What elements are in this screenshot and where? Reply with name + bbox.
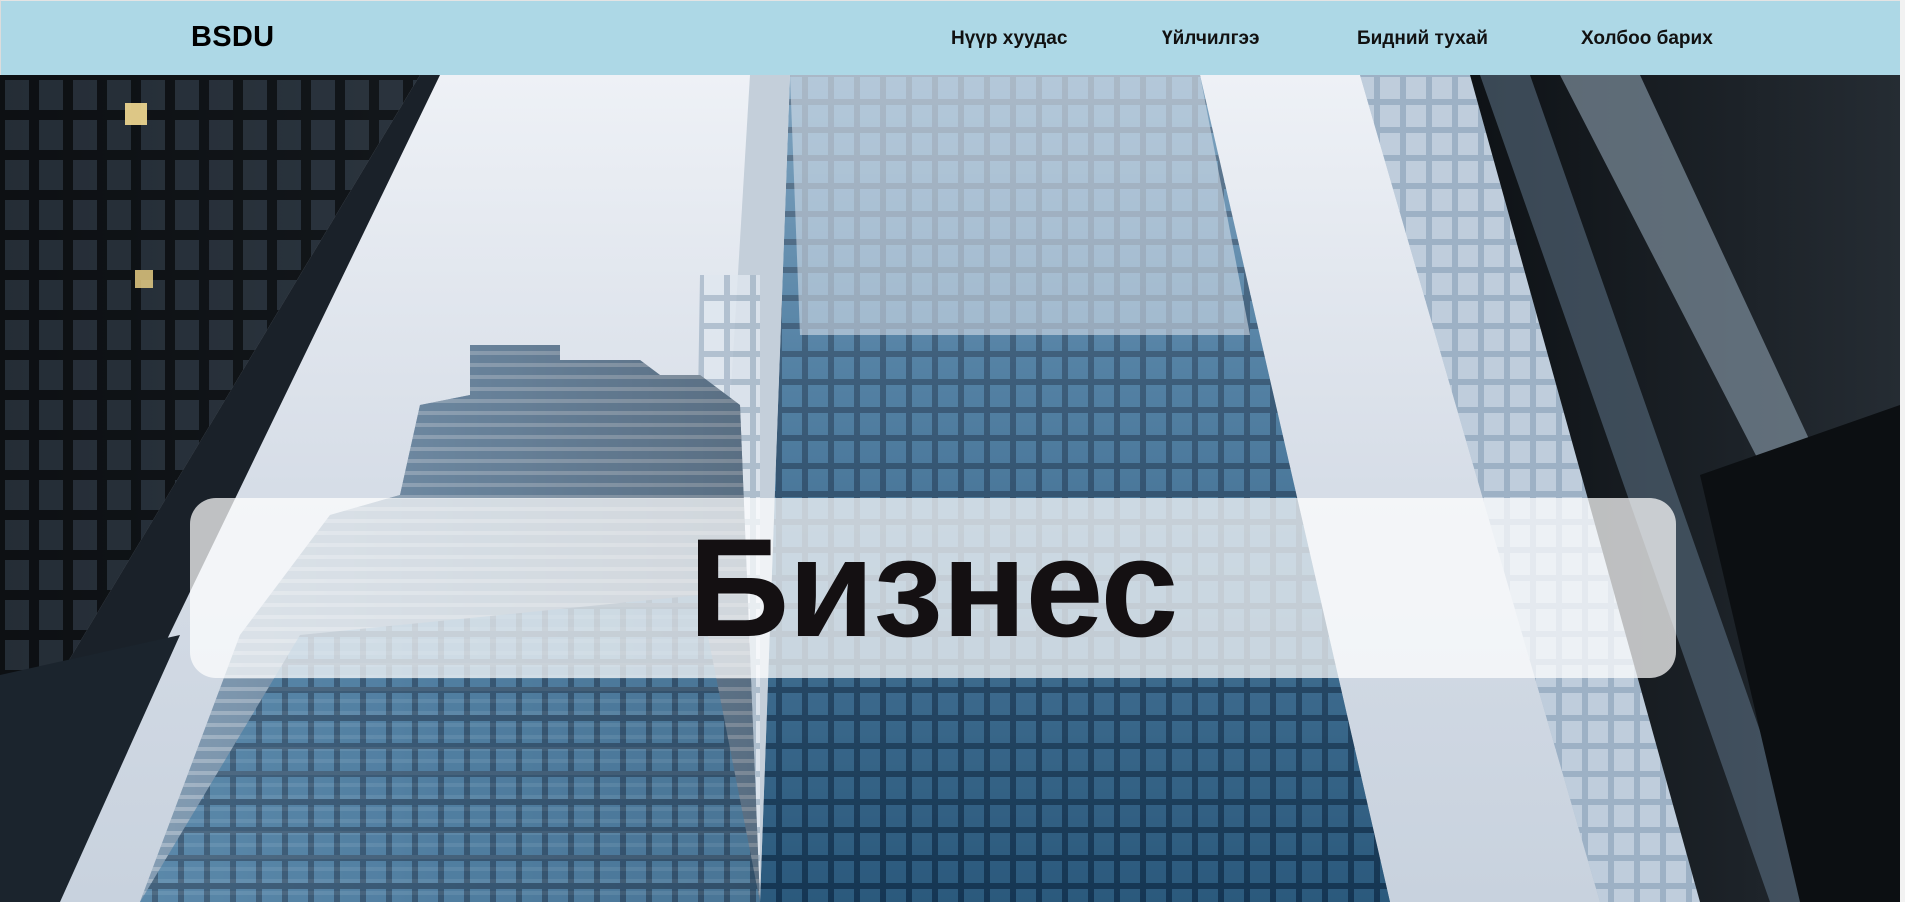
hero-section: Бизнес: [0, 75, 1900, 902]
page: BSDU Нүүр хуудас Үйлчилгээ Бидний тухай …: [0, 0, 1905, 902]
nav-link-services[interactable]: Үйлчилгээ: [1162, 28, 1260, 50]
nav-link-contact[interactable]: Холбоо барих: [1581, 28, 1713, 50]
hero-banner: Бизнес: [190, 498, 1676, 678]
nav-link-home[interactable]: Нүүр хуудас: [951, 28, 1067, 50]
main-nav: Нүүр хуудас Үйлчилгээ Бидний тухай Холбо…: [1, 28, 1900, 52]
hero-background-image: [0, 75, 1900, 902]
scrollbar-track[interactable]: [1900, 0, 1905, 902]
nav-link-about[interactable]: Бидний тухай: [1357, 28, 1488, 50]
top-navbar: BSDU Нүүр хуудас Үйлчилгээ Бидний тухай …: [0, 0, 1900, 75]
hero-title: Бизнес: [688, 509, 1179, 666]
